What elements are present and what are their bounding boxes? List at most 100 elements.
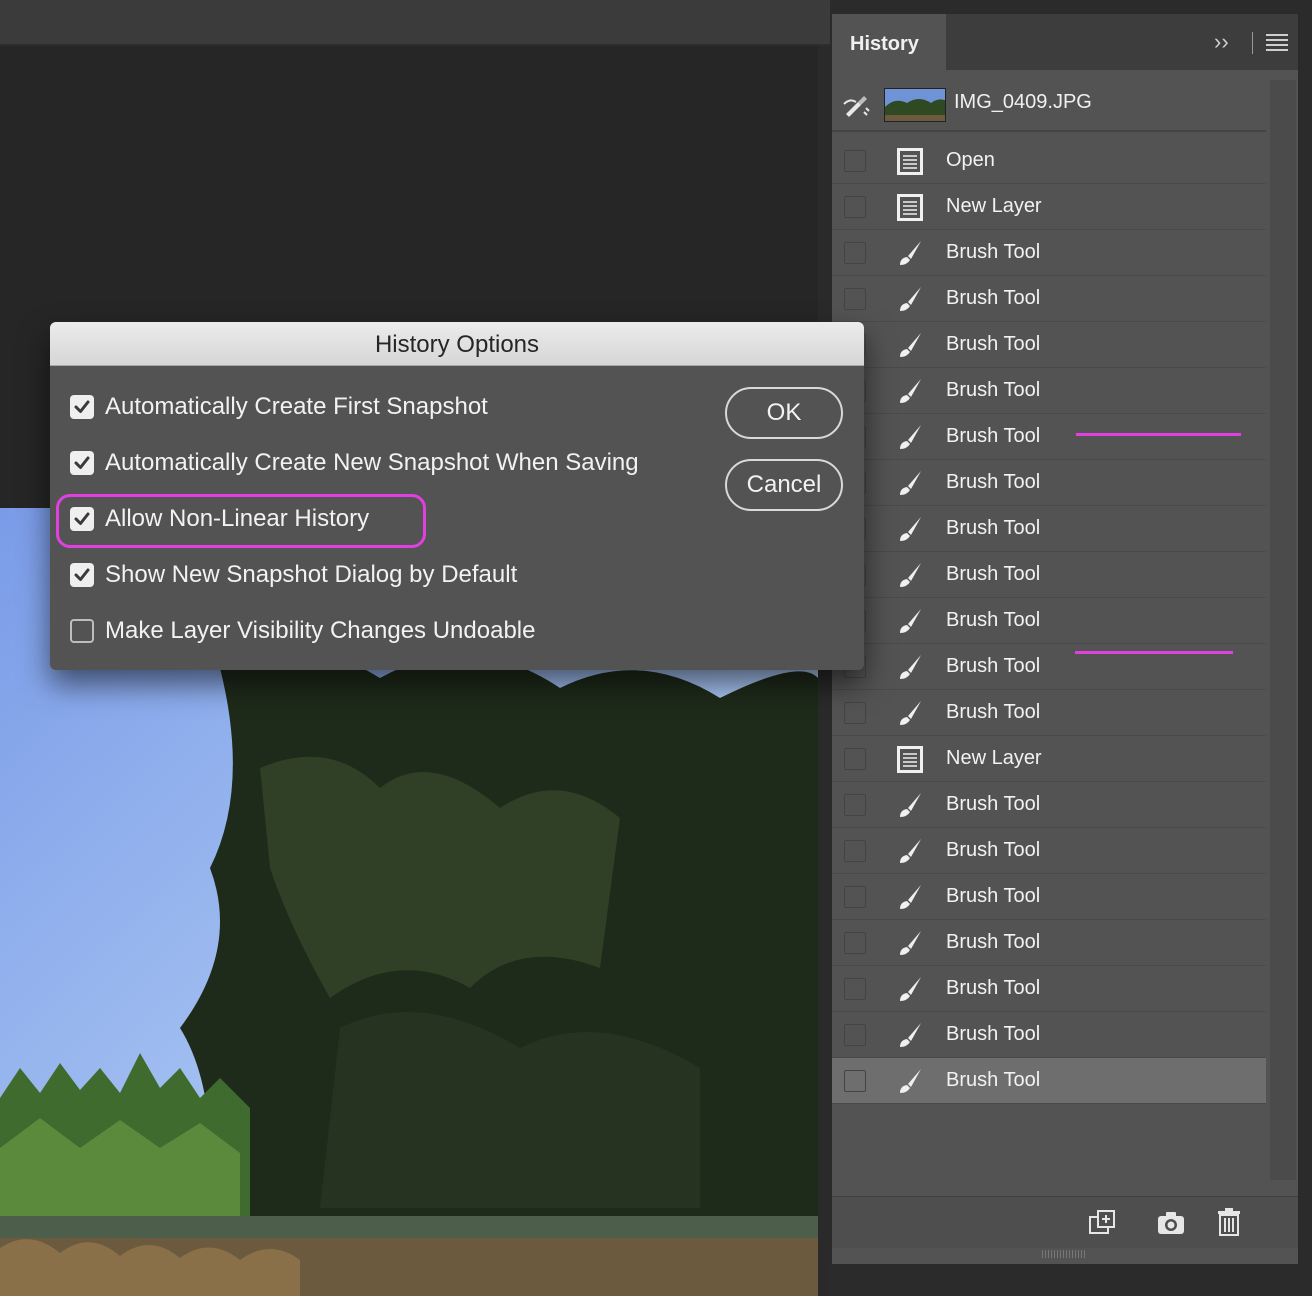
- snapshot-row[interactable]: IMG_0409.JPG: [832, 80, 1266, 132]
- brush-icon: [894, 375, 926, 407]
- brush-icon: [894, 789, 926, 821]
- brush-icon: [894, 513, 926, 545]
- checkbox-unchecked[interactable]: [70, 619, 94, 643]
- history-brush-source-icon[interactable]: [842, 88, 872, 122]
- history-state-row[interactable]: Brush Tool: [832, 598, 1266, 644]
- history-state-row[interactable]: Brush Tool: [832, 920, 1266, 966]
- brush-icon: [894, 697, 926, 729]
- panel-resize-grip[interactable]: [1042, 1250, 1086, 1258]
- history-state-label: Brush Tool: [946, 977, 1041, 999]
- history-state-row[interactable]: Brush Tool: [832, 506, 1266, 552]
- history-state-row[interactable]: Brush Tool: [832, 414, 1266, 460]
- history-state-row[interactable]: Brush Tool: [832, 874, 1266, 920]
- workspace-edge: [818, 46, 830, 1296]
- dialog-title: History Options: [50, 322, 864, 366]
- history-state-row[interactable]: Brush Tool: [832, 690, 1266, 736]
- history-state-label: Brush Tool: [946, 379, 1041, 401]
- brush-icon: [894, 421, 926, 453]
- history-source-box[interactable]: [844, 702, 866, 724]
- history-state-label: Brush Tool: [946, 885, 1041, 907]
- history-state-row[interactable]: Brush Tool: [832, 966, 1266, 1012]
- history-state-row[interactable]: Brush Tool: [832, 552, 1266, 598]
- snapshot-name: IMG_0409.JPG: [954, 91, 1092, 113]
- brush-icon: [894, 559, 926, 591]
- history-states-list: Open New Layer Brush Tool Brush Tool Brush T…: [832, 138, 1266, 1104]
- history-state-label: Brush Tool: [946, 241, 1041, 263]
- history-state-label: Brush Tool: [946, 287, 1041, 309]
- history-state-label: Open: [946, 149, 995, 171]
- history-state-row[interactable]: Brush Tool: [832, 828, 1266, 874]
- panel-header: History ››: [832, 14, 1298, 72]
- history-source-box[interactable]: [844, 794, 866, 816]
- brush-icon: [894, 651, 926, 683]
- history-state-label: Brush Tool: [946, 563, 1041, 585]
- history-source-box[interactable]: [844, 196, 866, 218]
- history-state-row[interactable]: New Layer: [832, 736, 1266, 782]
- history-state-label: Brush Tool: [946, 1023, 1041, 1045]
- history-state-row[interactable]: Brush Tool: [832, 460, 1266, 506]
- brush-icon: [894, 1019, 926, 1051]
- tab-history[interactable]: History: [832, 14, 946, 72]
- history-source-box[interactable]: [844, 932, 866, 954]
- brush-icon: [894, 881, 926, 913]
- scrollbar[interactable]: [1270, 80, 1296, 1180]
- annotation-line: [1076, 433, 1241, 436]
- history-state-label: Brush Tool: [946, 655, 1041, 677]
- option-label: Automatically Create New Snapshot When S…: [105, 449, 639, 476]
- checkbox-checked[interactable]: [70, 395, 94, 419]
- history-source-box[interactable]: [844, 288, 866, 310]
- brush-icon: [894, 927, 926, 959]
- history-state-label: Brush Tool: [946, 609, 1041, 631]
- history-state-row[interactable]: Brush Tool: [832, 368, 1266, 414]
- header-divider: [1252, 32, 1253, 54]
- ok-button[interactable]: OK: [725, 387, 843, 439]
- document-icon: [894, 191, 926, 223]
- history-source-box[interactable]: [844, 242, 866, 264]
- cancel-button[interactable]: Cancel: [725, 459, 843, 511]
- history-state-row[interactable]: Brush Tool: [832, 1012, 1266, 1058]
- brush-icon: [894, 329, 926, 361]
- brush-icon: [894, 467, 926, 499]
- new-document-from-state-icon[interactable]: [1088, 1209, 1118, 1237]
- snapshot-thumbnail: [884, 88, 946, 122]
- history-source-box[interactable]: [844, 840, 866, 862]
- option-label: Show New Snapshot Dialog by Default: [105, 561, 518, 588]
- trash-icon[interactable]: [1216, 1207, 1242, 1237]
- history-state-row[interactable]: New Layer: [832, 184, 1266, 230]
- history-state-label: Brush Tool: [946, 839, 1041, 861]
- options-bar-strip: [0, 0, 830, 46]
- history-state-label: New Layer: [946, 747, 1042, 769]
- checkbox-checked[interactable]: [70, 451, 94, 475]
- history-state-label: Brush Tool: [946, 471, 1041, 493]
- history-panel: History ›› IMG_0409.JPG Open New Layer Bru…: [830, 14, 1300, 1264]
- brush-icon: [894, 237, 926, 269]
- annotation-line: [1075, 651, 1233, 654]
- history-state-label: Brush Tool: [946, 931, 1041, 953]
- checkbox-checked[interactable]: [70, 563, 94, 587]
- option-label: Make Layer Visibility Changes Undoable: [105, 617, 536, 644]
- panel-menu-icon[interactable]: [1266, 34, 1288, 52]
- history-state-row[interactable]: Open: [832, 138, 1266, 184]
- history-state-row[interactable]: Brush Tool: [832, 322, 1266, 368]
- option-label: Automatically Create First Snapshot: [105, 393, 488, 420]
- history-state-row[interactable]: Brush Tool: [832, 276, 1266, 322]
- history-state-label: Brush Tool: [946, 517, 1041, 539]
- history-state-label: Brush Tool: [946, 425, 1041, 447]
- collapse-panel-icon[interactable]: ››: [1214, 28, 1240, 56]
- history-state-row[interactable]: Brush Tool: [832, 230, 1266, 276]
- history-source-box[interactable]: [844, 1024, 866, 1046]
- brush-icon: [894, 283, 926, 315]
- history-state-label: Brush Tool: [946, 793, 1041, 815]
- history-source-box[interactable]: [844, 150, 866, 172]
- history-source-box[interactable]: [844, 1070, 866, 1092]
- document-icon: [894, 743, 926, 775]
- history-state-row[interactable]: Brush Tool: [832, 782, 1266, 828]
- history-source-box[interactable]: [844, 886, 866, 908]
- camera-icon[interactable]: [1156, 1209, 1186, 1237]
- history-source-box[interactable]: [844, 978, 866, 1000]
- history-state-row[interactable]: Brush Tool: [832, 1058, 1266, 1104]
- history-source-box[interactable]: [844, 748, 866, 770]
- document-icon: [894, 145, 926, 177]
- brush-icon: [894, 835, 926, 867]
- annotation-highlight-ring: [56, 494, 426, 548]
